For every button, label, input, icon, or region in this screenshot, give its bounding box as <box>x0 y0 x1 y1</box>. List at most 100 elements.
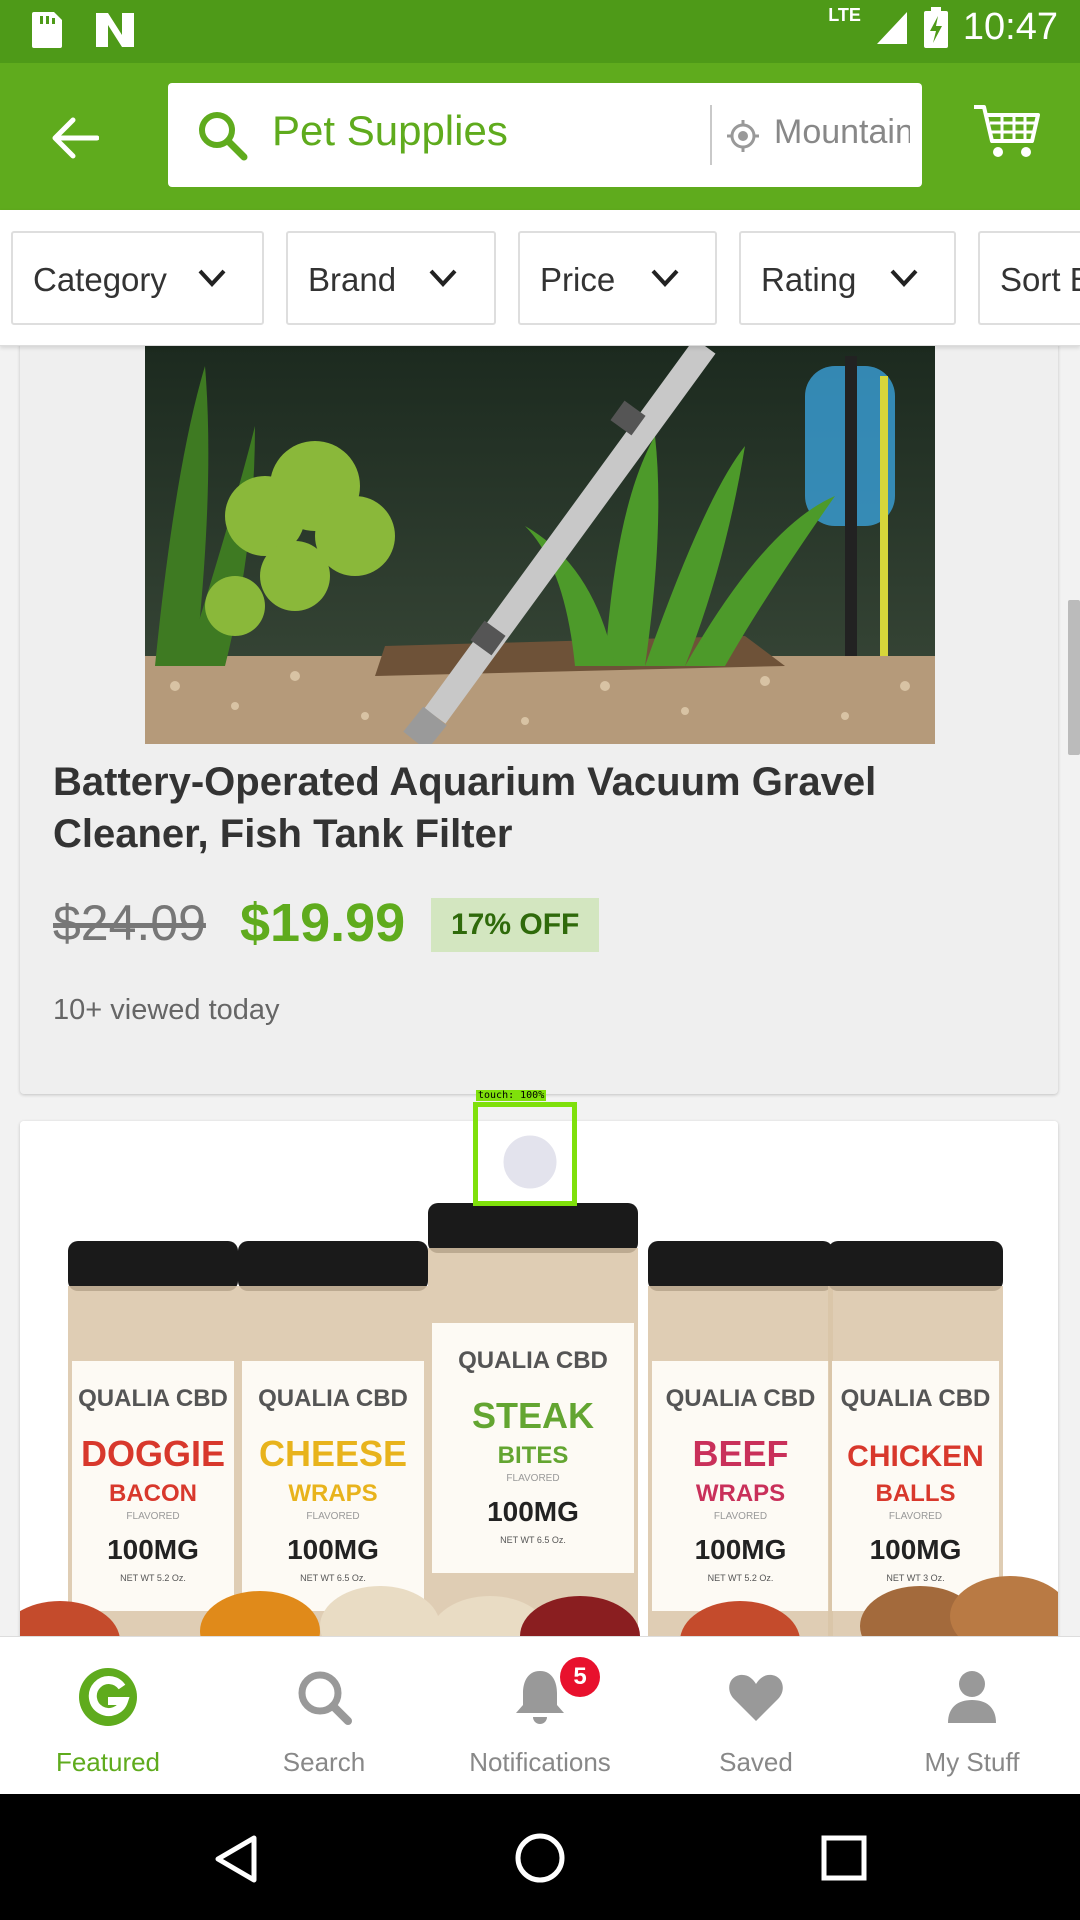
sale-price: $19.99 <box>240 893 406 953</box>
notification-badge: 5 <box>560 1657 600 1697</box>
jar-dose: 100MG <box>695 1534 787 1565</box>
jar-weight: NET WT 5.2 Oz. <box>708 1573 774 1583</box>
jar-flavor-sub: BITES <box>498 1442 569 1469</box>
filter-brand[interactable]: Brand <box>286 231 496 325</box>
discount-badge: 17% OFF <box>431 898 600 952</box>
location-field[interactable]: Mountain <box>774 113 910 152</box>
system-recents-button[interactable] <box>820 1834 868 1882</box>
battery-icon <box>923 6 948 48</box>
chevron-down-icon <box>651 269 679 287</box>
jar-brand: QUALIA CBD <box>78 1385 228 1412</box>
filter-bar: Category Brand Price Rating Sort B <box>0 210 1080 346</box>
jar-dose: 100MG <box>287 1534 379 1565</box>
filter-category[interactable]: Category <box>11 231 264 325</box>
chevron-down-icon <box>198 269 226 287</box>
nav-label: Featured <box>55 1747 161 1777</box>
filter-label: Brand <box>308 261 397 298</box>
jar-dose: 100MG <box>487 1496 579 1527</box>
jar-flavor: CHICKEN <box>847 1440 984 1473</box>
back-button[interactable] <box>40 103 110 173</box>
jar-sub: FLAVORED <box>889 1511 942 1522</box>
search-query[interactable]: Pet Supplies <box>272 107 508 155</box>
jar-brand: QUALIA CBD <box>841 1385 991 1412</box>
jar-sub: FLAVORED <box>714 1511 767 1522</box>
nav-my-stuff[interactable]: My Stuff <box>864 1637 1080 1795</box>
nav-notifications[interactable]: 5 Notifications <box>432 1637 648 1795</box>
jar-dose: 100MG <box>107 1534 199 1565</box>
touch-indicator-label: touch: 100% <box>476 1090 547 1101</box>
original-price: $24.09 <box>53 895 206 951</box>
status-bar: LTE 10:47 <box>0 0 1080 63</box>
jar-flavor: CHEESE <box>259 1433 407 1474</box>
nav-featured[interactable]: Featured <box>0 1637 216 1795</box>
jar-sub: FLAVORED <box>126 1511 179 1522</box>
jar-flavor-sub: WRAPS <box>288 1480 377 1507</box>
signal-icon <box>876 11 907 44</box>
jar-flavor: DOGGIE <box>81 1433 225 1474</box>
jar-flavor: STEAK <box>472 1395 594 1436</box>
jar-weight: NET WT 6.5 Oz. <box>500 1535 566 1545</box>
search-divider <box>710 105 712 165</box>
nav-saved[interactable]: Saved <box>648 1637 864 1795</box>
location-target-icon <box>727 120 759 152</box>
search-icon <box>199 112 248 161</box>
viewed-count: 10+ viewed today <box>53 994 280 1026</box>
nav-label: Search <box>282 1747 366 1777</box>
filter-sort[interactable]: Sort B <box>978 231 1080 325</box>
jar-flavor-sub: BACON <box>109 1480 197 1507</box>
filter-label: Price <box>540 261 616 298</box>
filter-label: Category <box>33 261 167 298</box>
system-back-button[interactable] <box>212 1834 260 1884</box>
jar-flavor: BEEF <box>692 1433 788 1474</box>
product-jar: QUALIA CBD BEEF WRAPS FLAVORED 100MG NET WT 5… <box>648 1241 833 1636</box>
product-jar: QUALIA CBD CHEESE WRAPS FLAVORED 100MG NET WT… <box>238 1241 428 1636</box>
jar-weight: NET WT 5.2 Oz. <box>120 1573 186 1583</box>
filter-label: Rating <box>761 261 857 298</box>
product-jar: QUALIA CBD DOGGIE BACON FLAVORED 100MG NET WT… <box>68 1241 238 1636</box>
jar-brand: QUALIA CBD <box>258 1385 408 1412</box>
nav-label: My Stuff <box>924 1747 1020 1777</box>
n-notification-icon <box>96 13 134 47</box>
filter-label: Sort B <box>1000 261 1080 298</box>
jar-sub: FLAVORED <box>506 1473 559 1484</box>
scrollbar[interactable] <box>1068 600 1080 755</box>
search-box[interactable]: Pet Supplies Mountain <box>168 83 922 187</box>
system-home-button[interactable] <box>514 1832 566 1884</box>
g-logo-icon <box>79 1668 137 1726</box>
app-bar: Pet Supplies Mountain <box>0 63 1080 210</box>
product-jar: QUALIA CBD CHICKEN BALLS FLAVORED 100MG NET W… <box>828 1241 1003 1636</box>
app-screen: LTE 10:47 Pet Supplies Mountain Category… <box>0 0 1080 1920</box>
filter-price[interactable]: Price <box>518 231 717 325</box>
product-feed[interactable]: Battery-Operated Aquarium Vacuum Gravel … <box>0 346 1080 1636</box>
product-image <box>145 346 935 744</box>
nav-search[interactable]: Search <box>216 1637 432 1795</box>
filter-rating[interactable]: Rating <box>739 231 956 325</box>
network-type: LTE <box>828 5 861 25</box>
bottom-nav: Featured Search 5 Notifications Saved My… <box>0 1636 1080 1794</box>
shopping-cart-icon <box>974 105 1040 157</box>
jar-brand: QUALIA CBD <box>458 1347 608 1374</box>
sd-card-icon <box>32 12 62 48</box>
product-title[interactable]: Battery-Operated Aquarium Vacuum Gravel … <box>53 756 973 860</box>
chevron-down-icon <box>429 269 457 287</box>
arrow-left-icon <box>52 117 99 159</box>
jar-weight: NET WT 3 Oz. <box>886 1573 944 1583</box>
touch-indicator <box>473 1102 577 1206</box>
jar-flavor-sub: WRAPS <box>696 1480 785 1507</box>
person-icon <box>948 1671 996 1723</box>
product-card[interactable]: Battery-Operated Aquarium Vacuum Gravel … <box>20 346 1058 1094</box>
jar-dose: 100MG <box>870 1534 962 1565</box>
system-nav-bar <box>0 1794 1080 1920</box>
search-icon <box>298 1671 352 1725</box>
heart-icon <box>729 1674 783 1721</box>
nav-label: Saved <box>719 1747 793 1777</box>
cart-button[interactable] <box>972 101 1042 171</box>
chevron-down-icon <box>890 269 918 287</box>
jar-brand: QUALIA CBD <box>666 1385 816 1412</box>
clock: 10:47 <box>962 6 1058 48</box>
product-jar: QUALIA CBD STEAK BITES FLAVORED 100MG NET WT … <box>428 1203 638 1636</box>
jar-weight: NET WT 6.5 Oz. <box>300 1573 366 1583</box>
nav-label: Notifications <box>469 1747 611 1777</box>
jar-sub: FLAVORED <box>306 1511 359 1522</box>
jar-flavor-sub: BALLS <box>876 1480 956 1507</box>
